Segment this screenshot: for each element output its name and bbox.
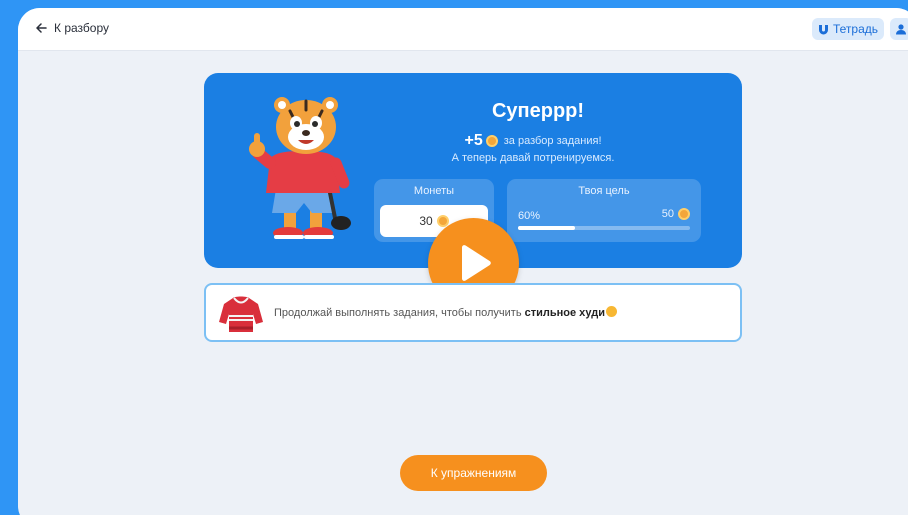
success-title: Суперрр! (491, 100, 585, 122)
goal-progress-bar (518, 226, 690, 230)
notebook-label: Тетрадь (832, 22, 879, 36)
hoodie-reward-banner: Продолжай выполнять задания, чтобы получ… (204, 283, 742, 342)
goal-percent: 60% (518, 210, 541, 222)
reward-amount: +5 (464, 132, 483, 149)
notebook-button[interactable]: Тетрадь (812, 18, 884, 40)
user-profile-button[interactable] (890, 18, 908, 40)
app-window: К разбору Тетрадь Суперрр! +5 за разбор … (18, 8, 908, 515)
goal-progress-fill (518, 226, 575, 230)
coins-value: 30 (419, 214, 433, 228)
coin-icon (485, 135, 498, 147)
reward-line: +5 за разбор задания! (204, 132, 742, 150)
coin-icon (678, 208, 690, 220)
to-exercises-button[interactable]: К упражнениям (400, 455, 547, 491)
back-link-label: К разбору (54, 21, 109, 35)
notebook-logo-icon (818, 24, 828, 34)
smile-emoji-icon (606, 306, 618, 317)
reward-text: за разбор задания! (503, 135, 602, 147)
goal-label: Твоя цель (578, 185, 630, 197)
hoodie-text: Продолжай выполнять задания, чтобы получ… (274, 306, 618, 319)
play-icon (461, 244, 491, 281)
card-subtitle: А теперь давай потренируемся. (451, 152, 615, 164)
user-icon (896, 24, 906, 35)
hoodie-text-bold: стильное худи (524, 307, 606, 319)
goal-target: 50 (662, 208, 690, 220)
goal-target-value: 50 (661, 208, 674, 220)
top-bar: К разбору Тетрадь (18, 8, 908, 51)
coins-label: Монеты (413, 185, 455, 197)
goal-panel: Твоя цель 60% 50 (507, 179, 701, 242)
hoodie-text-prefix: Продолжай выполнять задания, чтобы получ… (274, 307, 522, 319)
arrow-left-icon (36, 23, 47, 33)
back-to-review-link[interactable]: К разбору (36, 21, 109, 35)
hoodie-image (219, 296, 263, 332)
